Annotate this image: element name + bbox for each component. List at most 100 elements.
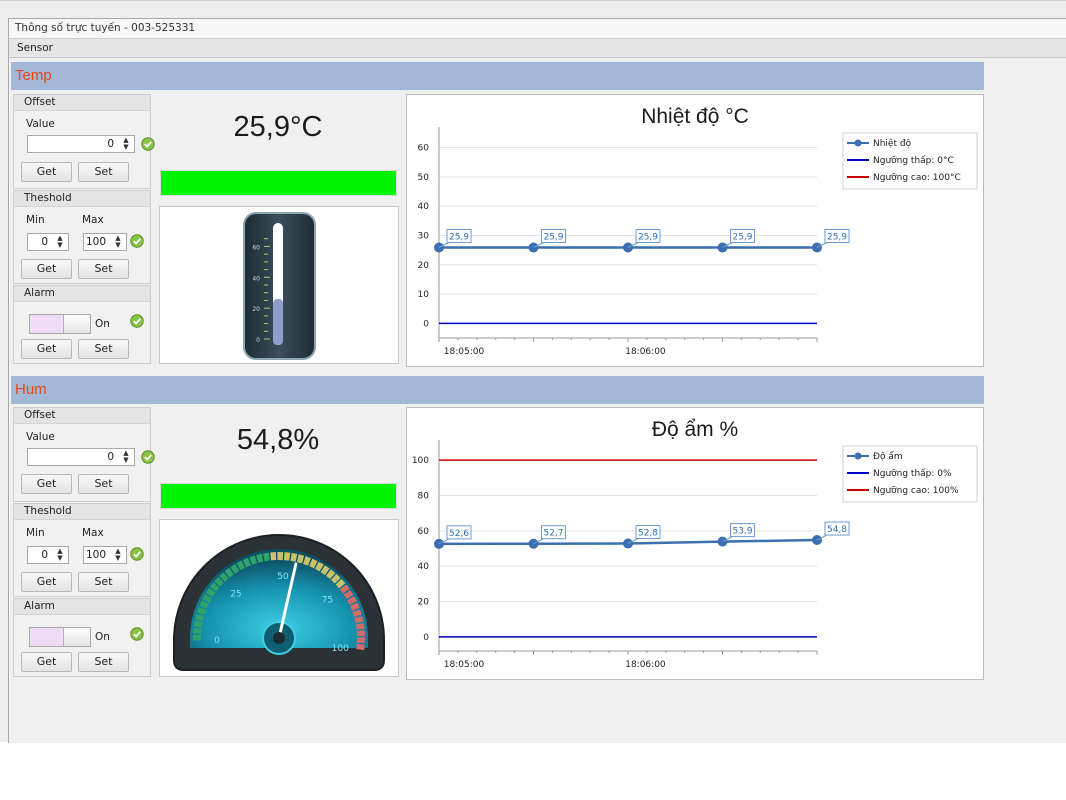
data-point <box>717 536 728 547</box>
hum-offset-get-button[interactable]: Get <box>21 474 72 494</box>
check-ok-icon <box>130 314 144 328</box>
hum-threshold-group: Theshold Min Max 0 ▲ ▼ 100 ▲ ▼ Get Set <box>13 503 151 597</box>
legend-label: Độ ẩm <box>873 451 903 462</box>
check-ok-icon <box>130 547 144 561</box>
data-label: 25,9 <box>638 233 658 243</box>
thermometer-level <box>273 299 283 345</box>
gauge-tick-label: 100 <box>332 644 349 654</box>
temp-thermometer-gauge: 60 40 20 0 <box>159 206 399 364</box>
legend-label: Ngưỡng thấp: 0% <box>873 468 952 479</box>
temp-offset-set-button[interactable]: Set <box>78 162 129 182</box>
hum-offset-set-button[interactable]: Set <box>78 474 129 494</box>
min-label: Min <box>26 214 45 226</box>
hum-max-input[interactable]: 100 ▲ ▼ <box>83 546 127 564</box>
thermometer-tick-label: 40 <box>252 275 260 282</box>
temp-max-input[interactable]: 100 ▲ ▼ <box>83 233 127 251</box>
spin-arrows-icon[interactable]: ▲ ▼ <box>121 450 131 464</box>
data-label: 52,7 <box>543 529 563 539</box>
max-label: Max <box>82 214 104 226</box>
check-ok-icon <box>141 137 155 151</box>
temp-alarm-toggle[interactable] <box>29 314 91 334</box>
data-label: 25,9 <box>732 233 752 243</box>
check-ok-icon <box>141 450 155 464</box>
data-label: 25,9 <box>827 233 847 243</box>
y-tick-label: 10 <box>418 290 430 300</box>
temp-min-input[interactable]: 0 ▲ ▼ <box>27 233 69 251</box>
spin-value: 100 <box>85 549 106 561</box>
hum-status-bar <box>160 483 397 509</box>
gauge-band-segment <box>277 552 284 561</box>
temp-alarm-set-button[interactable]: Set <box>78 339 129 359</box>
spin-value: 0 <box>41 549 48 561</box>
gauge-band-segment <box>356 630 365 637</box>
data-label: 25,9 <box>543 233 563 243</box>
application-window: Thông số trực tuyến - 003-525331 Sensor … <box>0 0 1066 743</box>
hum-alarm-group: Alarm On Get Set <box>13 598 151 677</box>
spin-arrows-icon[interactable]: ▲ ▼ <box>55 548 65 562</box>
toggle-knob[interactable] <box>63 628 90 646</box>
toggle-knob[interactable] <box>63 315 90 333</box>
hum-alarm-set-button[interactable]: Set <box>78 652 129 672</box>
temp-threshold-set-button[interactable]: Set <box>78 259 129 279</box>
temp-threshold-get-button[interactable]: Get <box>21 259 72 279</box>
group-title: Alarm <box>14 599 150 615</box>
legend-label: Nhiệt độ <box>873 138 912 149</box>
temp-offset-value-input[interactable]: 0 ▲ ▼ <box>27 135 135 153</box>
y-tick-label: 40 <box>418 562 430 572</box>
temp-alarm-get-button[interactable]: Get <box>21 339 72 359</box>
group-title: Theshold <box>14 504 150 520</box>
hum-alarm-get-button[interactable]: Get <box>21 652 72 672</box>
hum-offset-value-input[interactable]: 0 ▲ ▼ <box>27 448 135 466</box>
legend-label: Ngưỡng thấp: 0°C <box>873 155 954 166</box>
hum-chart: Độ ẩm % 0 20 40 60 80 100 18:05:00 18:06:00 52,6 5… <box>406 407 984 680</box>
y-tick-label: 60 <box>418 144 430 154</box>
spin-arrows-icon[interactable]: ▲ ▼ <box>55 235 65 249</box>
temp-chart: Nhiệt độ °C 0 10 20 30 40 50 60 18:05:00 18:06:00… <box>406 94 984 367</box>
group-title: Alarm <box>14 286 150 302</box>
spin-arrows-icon[interactable]: ▲ ▼ <box>113 548 123 562</box>
thermometer-svg: 60 40 20 0 <box>243 212 316 360</box>
x-tick-label: 18:06:00 <box>625 347 666 357</box>
data-point <box>623 538 633 549</box>
window-title: Thông số trực tuyến - 003-525331 <box>8 18 1066 38</box>
chart-title: Độ ẩm % <box>652 418 738 441</box>
y-tick-label: 80 <box>418 491 430 501</box>
min-label: Min <box>26 527 45 539</box>
y-tick-label: 20 <box>418 261 430 271</box>
hum-threshold-set-button[interactable]: Set <box>78 572 129 592</box>
temp-offset-group: Offset Value 0 ▲ ▼ Get Set <box>13 94 155 189</box>
data-label: 52,6 <box>449 529 469 539</box>
hum-alarm-toggle[interactable] <box>29 627 91 647</box>
gauge-tick-label: 75 <box>322 595 333 605</box>
alarm-state-label: On <box>95 631 110 643</box>
y-tick-label: 0 <box>423 319 429 329</box>
gauge-center-cap <box>273 632 285 644</box>
spin-value: 0 <box>41 236 48 248</box>
gauge-band-segment <box>284 552 291 561</box>
hum-threshold-get-button[interactable]: Get <box>21 572 72 592</box>
thermometer-tick-label: 0 <box>256 337 260 344</box>
menu-item-sensor[interactable]: Sensor <box>17 42 53 54</box>
gauge-tick-label: 50 <box>277 572 289 582</box>
spin-arrows-icon[interactable]: ▲ ▼ <box>121 137 131 151</box>
max-label: Max <box>82 527 104 539</box>
hum-chart-svg: Độ ẩm % 0 20 40 60 80 100 18:05:00 18:06:00 52,6 5… <box>412 418 978 670</box>
temp-status-bar <box>160 170 397 196</box>
hum-circular-gauge: 0 25 50 75 100 <box>159 519 399 677</box>
y-tick-label: 60 <box>418 527 430 537</box>
spin-value: 100 <box>85 236 106 248</box>
temp-chart-svg: Nhiệt độ °C 0 10 20 30 40 50 60 18:05:00 18:06:00… <box>418 105 978 357</box>
hum-reading: 54,8% <box>236 424 320 456</box>
group-title: Offset <box>14 95 150 111</box>
x-tick-label: 18:05:00 <box>444 660 485 670</box>
temp-reading: 25,9°C <box>233 111 323 143</box>
gauge-tick-label: 0 <box>214 636 220 646</box>
hum-min-input[interactable]: 0 ▲ ▼ <box>27 546 69 564</box>
gauge-band-segment <box>193 634 202 641</box>
spin-arrows-icon[interactable]: ▲ ▼ <box>113 235 123 249</box>
temp-alarm-group: Alarm On Get Set <box>13 285 151 364</box>
toggle-track <box>30 315 64 333</box>
temp-offset-get-button[interactable]: Get <box>21 162 72 182</box>
legend-label: Ngưỡng cao: 100% <box>873 486 959 496</box>
chart-title: Nhiệt độ °C <box>641 105 749 128</box>
